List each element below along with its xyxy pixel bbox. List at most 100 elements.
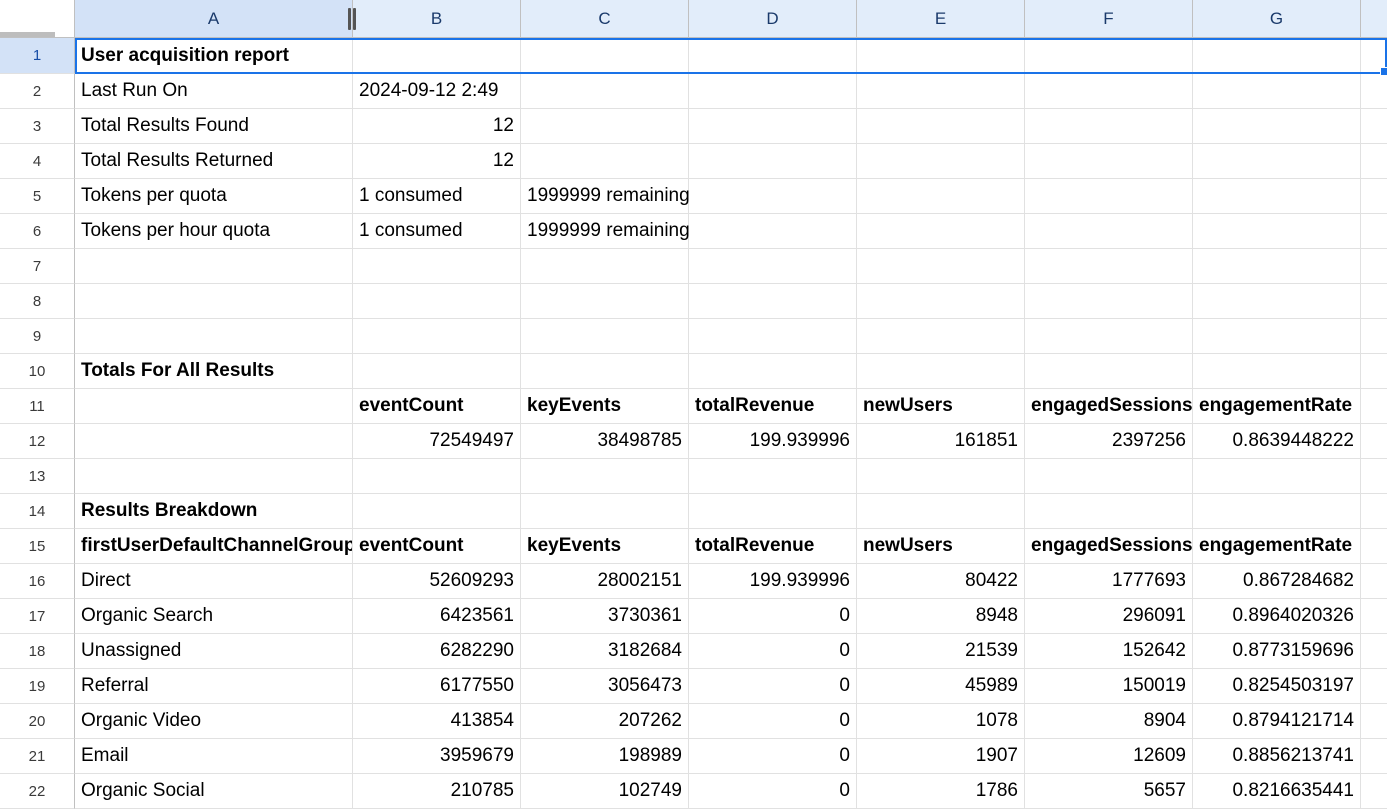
cell[interactable]: [1361, 144, 1387, 179]
row-header-12[interactable]: 12: [0, 424, 75, 459]
col-header-B[interactable]: B: [353, 0, 521, 38]
cell[interactable]: 102749: [521, 774, 689, 809]
cell[interactable]: 8904: [1025, 704, 1193, 739]
totals-section-header[interactable]: Totals For All Results: [75, 354, 353, 389]
channel-name[interactable]: Direct: [75, 564, 353, 599]
cell[interactable]: 0.8254503197: [1193, 669, 1361, 704]
totals-col-engagementrate[interactable]: engagementRate: [1193, 389, 1361, 424]
cell[interactable]: [521, 144, 689, 179]
cell[interactable]: [1361, 249, 1387, 284]
cell[interactable]: 45989: [857, 669, 1025, 704]
cell[interactable]: 6282290: [353, 634, 521, 669]
row-header-19[interactable]: 19: [0, 669, 75, 704]
cell[interactable]: [1025, 74, 1193, 109]
cell[interactable]: [1025, 214, 1193, 249]
cell[interactable]: [1193, 144, 1361, 179]
cell[interactable]: [1193, 179, 1361, 214]
breakdown-section-header[interactable]: Results Breakdown: [75, 494, 353, 529]
total-found-label[interactable]: Total Results Found: [75, 109, 353, 144]
spreadsheet-grid[interactable]: User acquisition report Last Run On 2024…: [75, 38, 1387, 810]
select-all-corner[interactable]: [0, 0, 75, 38]
row-header-9[interactable]: 9: [0, 319, 75, 354]
tokens-quota-label[interactable]: Tokens per quota: [75, 179, 353, 214]
cell[interactable]: [1361, 214, 1387, 249]
breakdown-col-eventcount[interactable]: eventCount: [353, 529, 521, 564]
cell[interactable]: [689, 284, 857, 319]
cell[interactable]: [1361, 529, 1387, 564]
cell[interactable]: [689, 354, 857, 389]
totals-val-engagedsessions[interactable]: 2397256: [1025, 424, 1193, 459]
cell[interactable]: [689, 144, 857, 179]
cell[interactable]: [1361, 354, 1387, 389]
cell[interactable]: [1193, 494, 1361, 529]
cell[interactable]: [353, 284, 521, 319]
row-header-10[interactable]: 10: [0, 354, 75, 389]
cell[interactable]: [521, 38, 689, 74]
total-found-value[interactable]: 12: [353, 109, 521, 144]
cell[interactable]: 413854: [353, 704, 521, 739]
cell[interactable]: [353, 354, 521, 389]
cell[interactable]: [521, 74, 689, 109]
cell[interactable]: 28002151: [521, 564, 689, 599]
last-run-value[interactable]: 2024-09-12 2:49: [353, 74, 521, 109]
cell[interactable]: [1361, 319, 1387, 354]
cell[interactable]: 5657: [1025, 774, 1193, 809]
cell[interactable]: [521, 319, 689, 354]
cell[interactable]: [75, 249, 353, 284]
cell[interactable]: [857, 354, 1025, 389]
cell[interactable]: [1193, 354, 1361, 389]
cell[interactable]: [353, 319, 521, 354]
row-header-18[interactable]: 18: [0, 634, 75, 669]
cell[interactable]: [75, 319, 353, 354]
cell[interactable]: [521, 284, 689, 319]
col-header-E[interactable]: E: [857, 0, 1025, 38]
cell[interactable]: [1361, 38, 1387, 74]
cell[interactable]: [521, 354, 689, 389]
col-header-H[interactable]: [1361, 0, 1387, 38]
row-header-20[interactable]: 20: [0, 704, 75, 739]
breakdown-col-totalrevenue[interactable]: totalRevenue: [689, 529, 857, 564]
cell[interactable]: [1361, 564, 1387, 599]
totals-col-newusers[interactable]: newUsers: [857, 389, 1025, 424]
cell[interactable]: 6423561: [353, 599, 521, 634]
row-header-7[interactable]: 7: [0, 249, 75, 284]
cell[interactable]: 152642: [1025, 634, 1193, 669]
totals-val-newusers[interactable]: 161851: [857, 424, 1025, 459]
total-returned-value[interactable]: 12: [353, 144, 521, 179]
cell[interactable]: [1361, 669, 1387, 704]
tokens-quota-consumed[interactable]: 1 consumed: [353, 179, 521, 214]
cell[interactable]: 0.8794121714: [1193, 704, 1361, 739]
totals-col-keyevents[interactable]: keyEvents: [521, 389, 689, 424]
cell[interactable]: [1361, 74, 1387, 109]
column-split-handle[interactable]: [344, 8, 360, 30]
cell[interactable]: [521, 249, 689, 284]
cell[interactable]: [857, 284, 1025, 319]
channel-name[interactable]: Organic Search: [75, 599, 353, 634]
row-header-8[interactable]: 8: [0, 284, 75, 319]
cell[interactable]: [689, 179, 857, 214]
cell[interactable]: 296091: [1025, 599, 1193, 634]
cell[interactable]: 1907: [857, 739, 1025, 774]
cell[interactable]: [1361, 774, 1387, 809]
cell[interactable]: [857, 109, 1025, 144]
totals-col-engagedsessions[interactable]: engagedSessions: [1025, 389, 1193, 424]
cell[interactable]: [353, 38, 521, 74]
cell[interactable]: 0.8216635441: [1193, 774, 1361, 809]
cell[interactable]: 3730361: [521, 599, 689, 634]
report-title[interactable]: User acquisition report: [75, 38, 353, 74]
cell[interactable]: [689, 74, 857, 109]
cell[interactable]: [1193, 38, 1361, 74]
cell[interactable]: 0: [689, 704, 857, 739]
cell[interactable]: 3959679: [353, 739, 521, 774]
cell[interactable]: [1361, 634, 1387, 669]
row-header-4[interactable]: 4: [0, 144, 75, 179]
row-header-5[interactable]: 5: [0, 179, 75, 214]
cell[interactable]: [75, 459, 353, 494]
cell[interactable]: 0: [689, 739, 857, 774]
cell[interactable]: 52609293: [353, 564, 521, 599]
cell[interactable]: [1025, 38, 1193, 74]
cell[interactable]: [1361, 599, 1387, 634]
cell[interactable]: [689, 249, 857, 284]
cell[interactable]: [75, 284, 353, 319]
row-header-14[interactable]: 14: [0, 494, 75, 529]
